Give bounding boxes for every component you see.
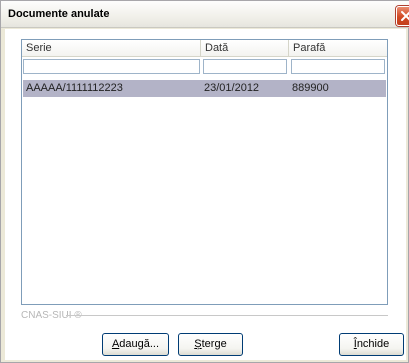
documents-grid[interactable]: Serie Dată Parafă AAAAA/1111112223 23/01… [21,39,388,305]
delete-button-label: terge [201,338,227,350]
filter-data-input[interactable] [203,59,287,74]
filter-serie-input[interactable] [23,59,200,74]
filter-row [22,58,387,76]
delete-button-accel: Ș [194,338,202,350]
dialog-window: Documente anulate Serie Dată Parafă AAAA… [0,0,409,363]
table-row[interactable]: AAAAA/1111112223 23/01/2012 889900 [23,80,386,97]
delete-button[interactable]: Șterge [178,333,243,356]
close-window-button[interactable] [396,6,409,26]
grid-header: Serie Dată Parafă [22,40,387,57]
footer-divider [66,315,388,316]
cell-parafa: 889900 [292,82,329,94]
cell-serie: AAAAA/1111112223 [26,82,123,94]
column-header-data[interactable]: Dată [201,40,289,57]
title-bar[interactable]: Documente anulate [1,1,409,28]
column-header-serie[interactable]: Serie [22,40,201,57]
window-title: Documente anulate [8,8,110,20]
cell-data: 23/01/2012 [204,82,260,94]
add-button-label: daugă... [119,338,160,350]
column-header-parafa[interactable]: Parafă [289,40,387,57]
close-button-label: nchide [356,338,390,350]
filter-parafa-input[interactable] [291,59,385,74]
close-button[interactable]: Închide [339,333,404,356]
close-icon [401,11,409,21]
add-button[interactable]: Adaugă... [102,333,169,356]
